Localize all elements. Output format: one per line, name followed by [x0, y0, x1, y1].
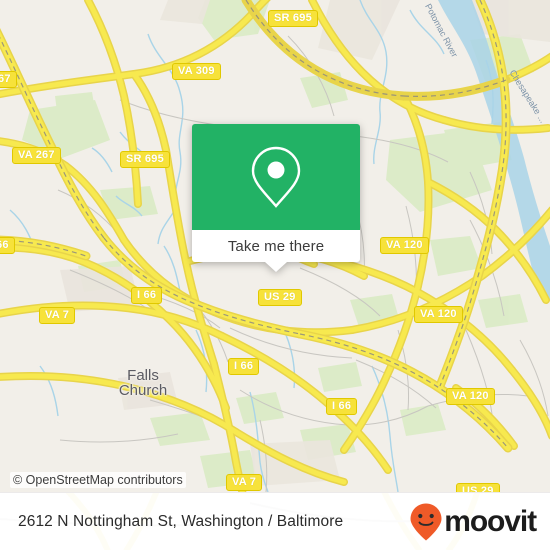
- road-shield-va-7-west[interactable]: VA 7: [39, 307, 76, 324]
- map-pin-icon: [251, 146, 301, 208]
- road-shield-us-29[interactable]: US 29: [258, 289, 302, 306]
- location-popup-card[interactable]: Take me there: [192, 124, 360, 272]
- place-label-falls-church: Falls Church: [118, 367, 168, 399]
- road-shield-67-partial[interactable]: 67: [0, 71, 17, 88]
- road-shield-va-309[interactable]: VA 309: [172, 63, 221, 80]
- road-shield-i-66-west[interactable]: I 66: [131, 287, 163, 304]
- popup-pointer: [265, 262, 287, 272]
- location-address: 2612 N Nottingham St, Washington / Balti…: [18, 512, 344, 530]
- road-shield-i-66-center[interactable]: I 66: [228, 358, 260, 375]
- road-shield-va-120-mid[interactable]: VA 120: [414, 306, 463, 323]
- road-shield-sr-695-north[interactable]: SR 695: [268, 10, 318, 27]
- road-shield-i-66-east[interactable]: I 66: [326, 398, 358, 415]
- road-shield-sr-695-west[interactable]: SR 695: [120, 151, 170, 168]
- road-shield-us-29-southeast[interactable]: US 29: [456, 483, 500, 492]
- road-shield-va-7-south[interactable]: VA 7: [226, 474, 263, 491]
- road-shield-va-120-upper[interactable]: VA 120: [380, 237, 429, 254]
- road-shield-va-267[interactable]: VA 267: [12, 147, 61, 164]
- popup-icon-panel: [192, 124, 360, 230]
- moovit-pin-icon: [410, 503, 442, 540]
- moovit-map-screenshot: Potomac River Chesapeake ... Falls Churc…: [0, 0, 550, 550]
- take-me-there-label: Take me there: [227, 237, 325, 255]
- moovit-wordmark: moovit: [444, 504, 537, 538]
- popup-action-bar[interactable]: Take me there: [192, 230, 360, 272]
- road-shield-va-120-lower[interactable]: VA 120: [446, 388, 495, 405]
- osm-attribution[interactable]: © OpenStreetMap contributors: [10, 472, 186, 488]
- footer-bar: 2612 N Nottingham St, Washington / Balti…: [0, 492, 550, 550]
- moovit-logo[interactable]: moovit: [409, 502, 537, 542]
- road-shield-66-partial[interactable]: 66: [0, 237, 15, 254]
- map-canvas[interactable]: Potomac River Chesapeake ... Falls Churc…: [0, 0, 550, 492]
